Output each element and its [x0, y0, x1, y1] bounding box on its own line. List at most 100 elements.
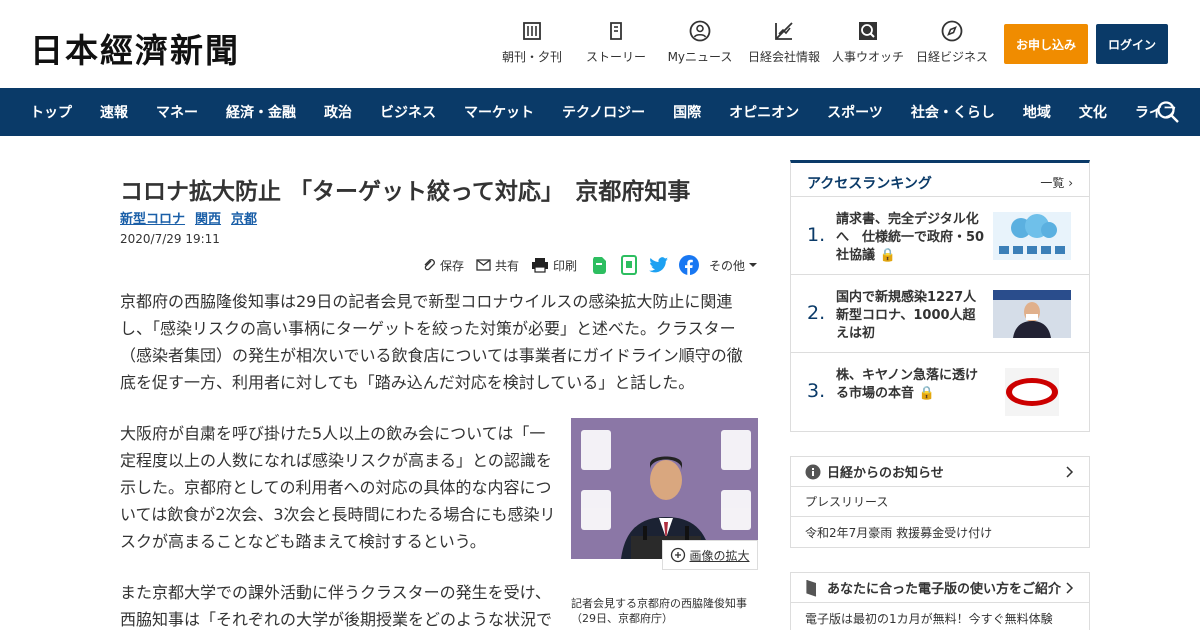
site-logo[interactable]: 日本經濟新聞 [30, 24, 240, 72]
nav-item-international[interactable]: 国際 [659, 102, 715, 122]
login-button[interactable]: ログイン [1096, 24, 1168, 64]
compass-icon [941, 20, 963, 42]
global-nav: トップ 速報 マネー 経済・金融 政治 ビジネス マーケット テクノロジー 国際… [0, 88, 1200, 136]
chevron-right-icon: › [1068, 176, 1073, 190]
nav-item-politics[interactable]: 政治 [310, 102, 366, 122]
article-date: 2020/7/29 19:11 [120, 232, 220, 246]
tool-label: 日経会社情報 [747, 50, 820, 64]
subscribe-button[interactable]: お申し込み [1004, 24, 1088, 64]
ranking-item[interactable]: 3. 株、キヤノン急落に透ける市場の本音 🔒 [791, 353, 1089, 431]
guide-title: あなたに合った電子版の使い方をご紹介 [827, 582, 1062, 597]
more-share-button[interactable]: その他 [709, 257, 758, 274]
save-button[interactable]: 保存 [422, 257, 464, 274]
person-search-icon [857, 20, 879, 42]
ranking-all-link[interactable]: 一覧 › [1040, 174, 1073, 191]
nav-item-money[interactable]: マネー [142, 102, 212, 122]
share-button[interactable]: 共有 [476, 257, 519, 274]
article-paragraph: また京都大学での課外活動に伴うクラスターの発生を受け、西脇知事は「それぞれの大学… [120, 583, 553, 629]
tag-link[interactable]: 新型コロナ [120, 208, 185, 227]
lock-icon: 🔒 [918, 386, 935, 401]
print-button[interactable]: 印刷 [531, 257, 577, 274]
nav-item-opinion[interactable]: オピニオン [715, 102, 813, 122]
access-ranking: アクセスランキング 一覧 › 1. 請求書、完全デジタル化へ 仕様統一で政府・5… [790, 160, 1090, 432]
more-label: その他 [709, 258, 746, 273]
evernote-icon[interactable] [589, 255, 609, 275]
info-icon [805, 464, 821, 479]
photo-caption: 記者会見する京都府の西脇隆俊知事（29日、京都府庁） [571, 597, 747, 625]
tool-story[interactable]: ストーリー [574, 20, 658, 65]
tag-link[interactable]: 京都 [231, 208, 257, 227]
tool-chokan-yukan[interactable]: 朝刊・夕刊 [490, 20, 574, 65]
mail-icon [476, 259, 491, 271]
lock-icon: 🔒 [879, 248, 896, 263]
ranking-headline: 国内で新規感染1227人 新型コロナ、1000人超えは初 [836, 290, 990, 341]
ranking-item[interactable]: 2. 国内で新規感染1227人 新型コロナ、1000人超えは初 [791, 275, 1089, 353]
article-photo[interactable] [571, 418, 758, 559]
ranking-headline: 請求書、完全デジタル化へ 仕様統一で政府・50社協議 [836, 212, 985, 263]
nav-item-region[interactable]: 地域 [1009, 102, 1065, 122]
tool-label: 朝刊・夕刊 [501, 50, 562, 64]
ranking-number: 3. [807, 380, 826, 402]
twitter-icon[interactable] [649, 255, 669, 275]
clip-note-icon[interactable] [619, 255, 639, 275]
nav-item-society[interactable]: 社会・くらし [897, 102, 1009, 122]
ranking-title: アクセスランキング [807, 176, 932, 192]
ranking-text: 株、キヤノン急落に透ける市場の本音 🔒 [836, 367, 988, 403]
tool-label: 日経ビジネス [915, 50, 988, 64]
nav-item-sokuho[interactable]: 速報 [86, 102, 142, 122]
ranking-headline: 株、キヤノン急落に透ける市場の本音 [836, 368, 978, 401]
nav-item-economy[interactable]: 経済・金融 [212, 102, 310, 122]
notice-title: 日経からのお知らせ [827, 466, 944, 481]
tool-my-news[interactable]: Myニュース [658, 20, 742, 65]
nav-item-top[interactable]: トップ [16, 102, 86, 122]
chevron-right-icon [1066, 466, 1074, 478]
nav-item-culture[interactable]: 文化 [1065, 102, 1121, 122]
notice-header[interactable]: 日経からのお知らせ [791, 457, 1089, 487]
article-figure: 画像の拡大 記者会見する京都府の西脇隆俊知事（29日、京都府庁） [571, 418, 758, 625]
chevron-right-icon [1066, 582, 1074, 594]
nav-item-business[interactable]: ビジネス [366, 102, 450, 122]
clip-icon [424, 259, 435, 271]
ranking-all-label: 一覧 [1040, 176, 1065, 190]
guide-header[interactable]: あなたに合った電子版の使い方をご紹介 [791, 573, 1089, 603]
tablet-icon [806, 579, 817, 597]
ranking-item[interactable]: 1. 請求書、完全デジタル化へ 仕様統一で政府・50社協議 🔒 [791, 197, 1089, 275]
ranking-text: 国内で新規感染1227人 新型コロナ、1000人超えは初 [836, 289, 990, 343]
notice-link[interactable]: プレスリリース [791, 487, 1089, 517]
ranking-thumbnail [993, 368, 1071, 416]
article-tags: 新型コロナ 関西 京都 [120, 208, 257, 227]
print-label: 印刷 [553, 258, 578, 273]
tool-label: Myニュース [667, 50, 733, 64]
nikkei-notice-box: 日経からのお知らせ プレスリリース 令和2年7月豪雨 救援募金受け付け [790, 456, 1090, 548]
notice-link[interactable]: 令和2年7月豪雨 救援募金受け付け [791, 517, 1089, 547]
search-icon[interactable] [1156, 100, 1180, 124]
ranking-text: 請求書、完全デジタル化へ 仕様統一で政府・50社協議 🔒 [836, 211, 988, 265]
guide-link[interactable]: 電子版は最初の1カ月が無料！今すぐ無料体験 [791, 603, 1089, 630]
tool-company-info[interactable]: 日経会社情報 [742, 20, 826, 65]
chart-icon [773, 20, 795, 42]
tag-link[interactable]: 関西 [195, 208, 221, 227]
nav-item-sports[interactable]: スポーツ [813, 102, 897, 122]
nav-item-technology[interactable]: テクノロジー [548, 102, 659, 122]
tool-nikkei-business[interactable]: 日経ビジネス [910, 20, 994, 65]
image-zoom-button[interactable]: 画像の拡大 [662, 540, 758, 570]
tool-label: 人事ウオッチ [831, 50, 904, 64]
digital-guide-box: あなたに合った電子版の使い方をご紹介 電子版は最初の1カ月が無料！今すぐ無料体験 [790, 572, 1090, 630]
site-header: 日本經濟新聞 朝刊・夕刊 ストーリー Myニュース 日経会社情報 人事ウオッチ … [0, 0, 1200, 88]
nav-item-market[interactable]: マーケット [450, 102, 548, 122]
caret-down-icon [749, 263, 758, 267]
ranking-number: 2. [807, 302, 826, 324]
newspaper-icon [521, 20, 543, 42]
tool-label: ストーリー [585, 50, 646, 64]
share-label: 共有 [495, 258, 520, 273]
save-label: 保存 [440, 258, 465, 273]
nav-list: トップ 速報 マネー 経済・金融 政治 ビジネス マーケット テクノロジー 国際… [16, 88, 1191, 136]
facebook-icon[interactable] [679, 255, 700, 275]
zoom-label: 画像の拡大 [689, 548, 750, 563]
ranking-header: アクセスランキング 一覧 › [791, 163, 1089, 197]
tool-jinji-watch[interactable]: 人事ウオッチ [826, 20, 910, 65]
header-tools: 朝刊・夕刊 ストーリー Myニュース 日経会社情報 人事ウオッチ 日経ビジネス [490, 20, 994, 65]
article-paragraph: 大阪府が自粛を呼び掛けた5人以上の飲み会については「一定程度以上の人数になれば感… [120, 424, 556, 551]
share-toolbar: 保存 共有 印刷 その他 [422, 255, 758, 275]
zoom-in-icon [671, 547, 686, 563]
